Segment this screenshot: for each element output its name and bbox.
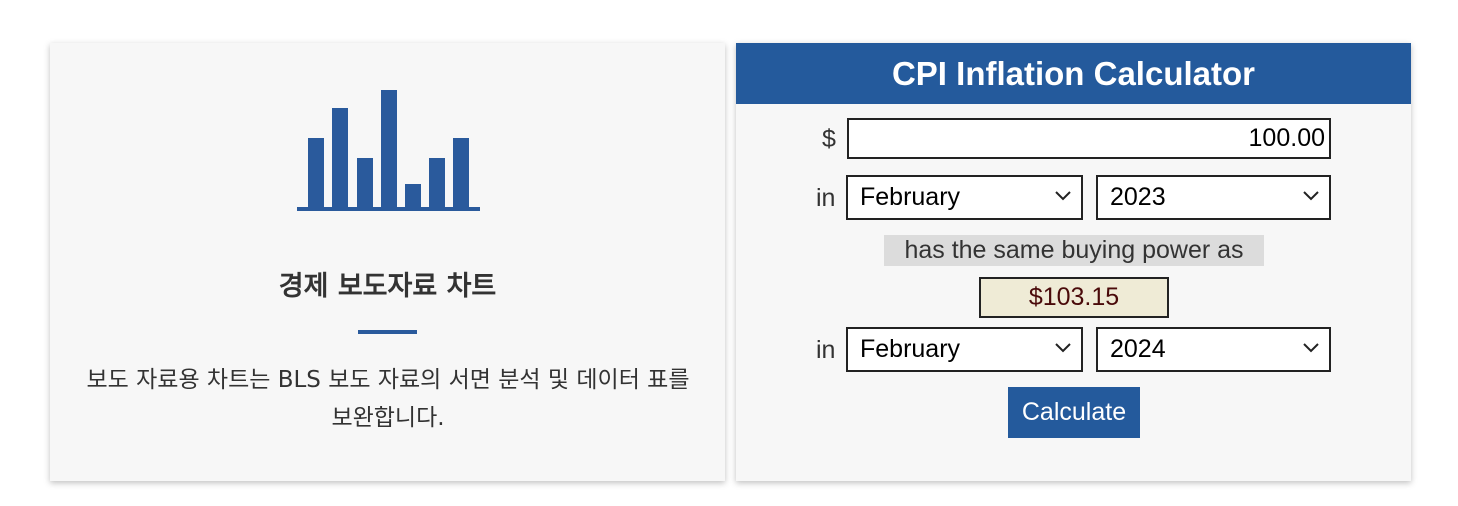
chevron-down-icon <box>1055 191 1071 201</box>
from-month-select[interactable]: February <box>846 175 1083 220</box>
cpi-calculator-card: CPI Inflation Calculator $ 100.00 in Feb… <box>736 43 1411 481</box>
same-buying-power-text: has the same buying power as <box>884 235 1264 266</box>
to-month-select[interactable]: February <box>846 327 1083 372</box>
result-value: $103.15 <box>979 277 1169 318</box>
to-month-value: February <box>860 335 961 363</box>
calculate-button[interactable]: Calculate <box>1008 387 1140 438</box>
from-year-select[interactable]: 2023 <box>1096 175 1331 220</box>
in-label-from: in <box>816 184 836 212</box>
in-label-to: in <box>816 336 836 364</box>
from-year-value: 2023 <box>1110 183 1166 211</box>
amount-input[interactable]: 100.00 <box>847 118 1331 159</box>
calculator-title: CPI Inflation Calculator <box>736 43 1411 104</box>
press-release-charts-card[interactable]: 경제 보도자료 차트 보도 자료용 차트는 BLS 보도 자료의 서면 분석 및… <box>50 43 725 481</box>
chevron-down-icon <box>1303 343 1319 353</box>
currency-symbol-label: $ <box>822 125 836 153</box>
chevron-down-icon <box>1303 191 1319 201</box>
title-divider <box>358 330 417 334</box>
chevron-down-icon <box>1055 343 1071 353</box>
to-year-select[interactable]: 2024 <box>1096 327 1331 372</box>
card-title[interactable]: 경제 보도자료 차트 <box>50 264 725 303</box>
to-year-value: 2024 <box>1110 335 1166 363</box>
bar-chart-icon <box>297 90 480 211</box>
from-month-value: February <box>860 183 961 211</box>
card-description: 보도 자료용 차트는 BLS 보도 자료의 서면 분석 및 데이터 표를 보완합… <box>86 367 690 431</box>
